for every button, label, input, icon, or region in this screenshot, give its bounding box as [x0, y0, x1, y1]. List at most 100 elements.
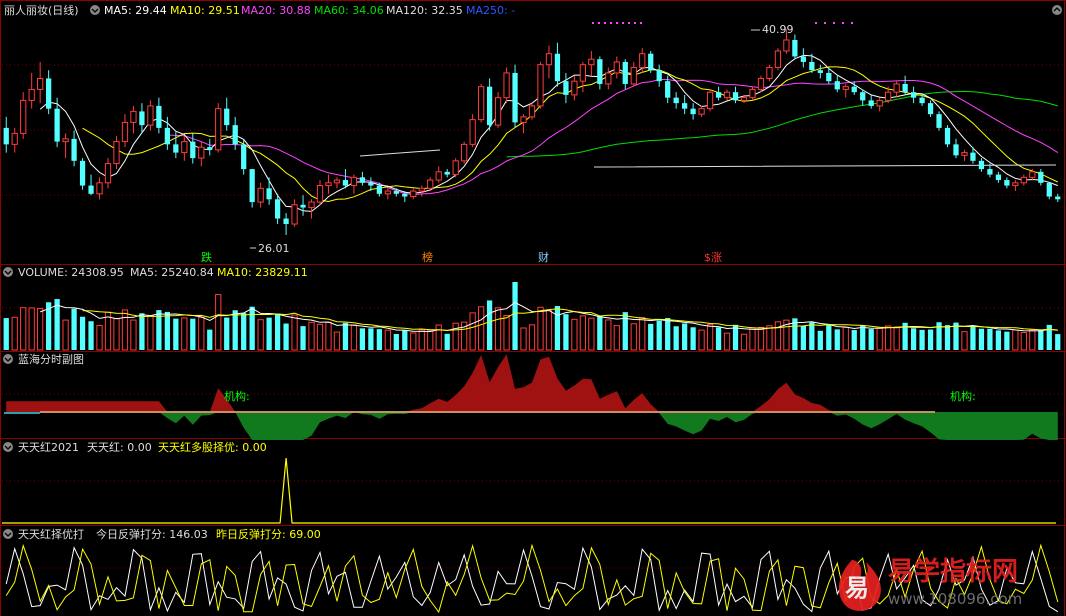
volume-bar [563, 314, 569, 350]
candle-body [554, 53, 561, 82]
candle-body [1046, 182, 1052, 197]
candle-body [266, 188, 272, 200]
volume-bar [571, 318, 578, 351]
candle-body [571, 80, 578, 96]
event-marker-bang[interactable]: 榜 [422, 250, 433, 264]
event-marker-cai[interactable]: 财 [538, 250, 549, 264]
volume-bar [919, 329, 925, 350]
candle-body [919, 97, 925, 104]
volume-bar [139, 313, 145, 350]
volume-bar [79, 316, 86, 350]
signal-dot [842, 22, 844, 24]
candle-body [435, 171, 442, 181]
signal-dot [604, 22, 606, 24]
volume-bar [520, 327, 527, 351]
candle-body [393, 191, 399, 194]
lanhai-annotation-2: 机构: [950, 389, 976, 403]
volume-bar [605, 319, 612, 351]
volume-bar [1046, 324, 1052, 350]
tianhong-collapse-icon[interactable] [3, 442, 13, 452]
volume-bar [834, 329, 840, 350]
volume-bar [418, 329, 425, 351]
candle-body [130, 110, 137, 123]
candle-body [995, 174, 1002, 181]
candle-body [121, 121, 129, 143]
candle-body [62, 138, 69, 143]
candle-body [444, 171, 450, 175]
candle-body [740, 97, 748, 101]
volume-bar [274, 313, 281, 350]
signal-dot [628, 22, 630, 24]
volume-bar [512, 282, 518, 350]
volume-bar [350, 324, 358, 351]
volume-bar [809, 322, 815, 350]
volume-bar [291, 314, 298, 351]
candle-body [20, 99, 27, 134]
volume-bar [257, 319, 264, 351]
volume-bar [435, 324, 442, 351]
volume-bar [393, 334, 399, 350]
volume-bar [927, 329, 934, 350]
volume-bar [173, 318, 179, 350]
volume-bar [978, 328, 985, 350]
volume-bar [740, 333, 748, 351]
volume-bar [190, 318, 196, 350]
signal-dot [598, 22, 600, 24]
candle-body [715, 92, 722, 98]
lanhai-title: 蓝海分时副图 [18, 352, 84, 366]
candle-body [164, 127, 170, 145]
event-marker-die[interactable]: 跌 [201, 250, 212, 264]
ma120-label: MA120: 32.35 [386, 4, 463, 17]
candle-body [368, 182, 374, 186]
score-collapse-icon[interactable] [3, 529, 13, 539]
volume-bar [970, 325, 976, 350]
volume-bar [698, 329, 705, 351]
volume-bar [987, 328, 993, 350]
volume-bar [410, 332, 417, 351]
volume-bar [444, 333, 450, 350]
tianhong-indicator-name: 天天红2021 [18, 441, 79, 454]
candle-body [291, 204, 298, 225]
signal-dot [616, 22, 618, 24]
watermark-url: www.108096.com [888, 590, 1022, 608]
candle-body [418, 187, 425, 192]
maximize-icon[interactable] [1052, 5, 1062, 15]
lanhai-collapse-icon[interactable] [3, 354, 13, 364]
candle-body [37, 77, 44, 90]
volume-collapse-icon[interactable] [3, 267, 13, 277]
collapse-icon[interactable] [90, 5, 100, 15]
candle-body [257, 187, 264, 203]
candle-body [11, 132, 18, 145]
volume-bar [402, 329, 408, 350]
volume-bar [528, 324, 536, 351]
candle-body [316, 185, 324, 203]
volume-bar [613, 325, 620, 351]
candle-body [528, 105, 536, 118]
candle-body [690, 108, 696, 115]
tianhong-panel-header: 天天红2021 天天红: 0.00 天天红多股择优: 0.00 [3, 440, 267, 454]
candle-body [537, 64, 544, 107]
volume-bar [545, 310, 553, 351]
candle-body [605, 72, 612, 85]
candle-body [910, 92, 917, 98]
candle-body [860, 92, 866, 101]
candle-body [842, 86, 849, 90]
candle-body [588, 58, 595, 66]
event-marker-zhang[interactable]: $涨 [704, 251, 722, 264]
volume-bar [316, 323, 324, 351]
volume-bar [588, 317, 595, 351]
candle-body [723, 91, 731, 99]
volume-bar [597, 315, 603, 350]
candle-body [512, 72, 518, 123]
candle-body [241, 144, 247, 170]
volume-bar [673, 326, 679, 350]
candle-body [893, 83, 900, 93]
candle-body [987, 169, 993, 175]
low-price-label: 26.01 [258, 242, 290, 255]
volume-bar [995, 330, 1002, 350]
volume-bar [537, 306, 544, 351]
candle-body [452, 160, 459, 176]
candle-body [1055, 196, 1061, 200]
candle-body [749, 88, 756, 99]
candle-body [477, 86, 485, 121]
